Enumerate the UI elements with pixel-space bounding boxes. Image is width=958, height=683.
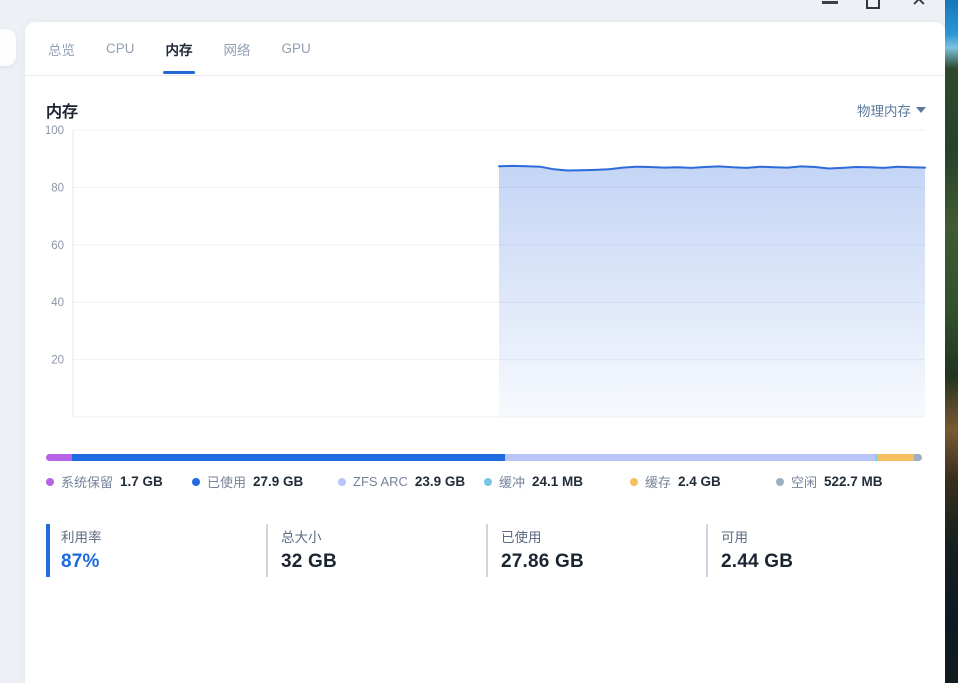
chevron-down-icon: [916, 107, 926, 113]
memory-legend: 系统保留 1.7 GB 已使用 27.9 GB ZFS ARC 23.9 GB 缓冲 24.1…: [46, 472, 922, 491]
stat-card-utilization: 利用率 87%: [46, 524, 266, 577]
legend-item-used: 已使用 27.9 GB: [192, 472, 338, 491]
tab-GPU[interactable]: GPU: [282, 22, 311, 76]
legend-label: 系统保留: [61, 475, 114, 490]
legend-dot: [192, 477, 200, 486]
legend-dot: [630, 477, 638, 486]
memory-stats-row: 利用率 87% 总大小 32 GB 已使用 27.86 GB 可用 2.44 GB: [46, 524, 926, 577]
legend-item-reserved: 系统保留 1.7 GB: [46, 472, 192, 491]
page-title: 内存: [46, 104, 79, 121]
svg-text:100: 100: [46, 125, 64, 137]
legend-item-zfs-arc: ZFS ARC 23.9 GB: [338, 472, 484, 491]
window-titlebar: ✕: [0, 0, 945, 18]
legend-dot: [484, 477, 492, 486]
legend-label: 缓冲: [499, 475, 526, 490]
legend-item-free: 空闲 522.7 MB: [776, 472, 922, 491]
tab-内存[interactable]: 内存: [163, 22, 196, 76]
stat-label: 已使用: [501, 530, 542, 545]
tab-label: 网络: [223, 42, 251, 58]
stat-card-total: 总大小 32 GB: [266, 524, 486, 577]
legend-value: 27.9 GB: [253, 474, 304, 489]
legend-value: 522.7 MB: [824, 474, 883, 489]
legend-value: 24.1 MB: [532, 474, 584, 489]
stat-label: 利用率: [61, 530, 102, 545]
memory-tab-content: 内存 物理内存 20 40 60 80 100 系统保留 1.7 GB 已使用 27.9 GB…: [25, 98, 945, 577]
svg-text:20: 20: [51, 355, 64, 367]
legend-dot: [46, 477, 54, 486]
minimize-button[interactable]: [822, 1, 838, 4]
desktop-wallpaper-strip: [945, 0, 958, 683]
memory-usage-chart: 20 40 60 80 100: [46, 122, 926, 424]
bar-segment-reserved: [46, 454, 73, 461]
stat-label: 可用: [721, 530, 748, 545]
legend-item-buffer: 缓冲 24.1 MB: [484, 472, 630, 491]
tab-label: 总览: [48, 42, 75, 58]
svg-text:80: 80: [51, 182, 64, 194]
stat-value: 32 GB: [281, 551, 337, 572]
stat-card-available: 可用 2.44 GB: [706, 524, 926, 577]
window-side-handle[interactable]: [0, 29, 16, 66]
tab-网络[interactable]: 网络: [224, 22, 251, 76]
bar-segment-free: [914, 454, 922, 461]
legend-dot: [776, 477, 784, 486]
tab-总览[interactable]: 总览: [48, 22, 75, 76]
tab-label: 内存: [165, 42, 193, 58]
stat-value: 87%: [61, 551, 100, 572]
tab-label: CPU: [106, 41, 135, 56]
legend-label: ZFS ARC: [353, 474, 408, 489]
stat-card-used: 已使用 27.86 GB: [486, 524, 706, 577]
legend-value: 2.4 GB: [678, 474, 721, 489]
tab-label: GPU: [281, 41, 311, 56]
memory-allocation-bar: [46, 454, 922, 461]
bar-segment-zfs-arc: [505, 454, 877, 461]
svg-text:40: 40: [51, 297, 64, 309]
bar-segment-used: [72, 454, 506, 461]
legend-label: 已使用: [207, 475, 247, 490]
resource-monitor-panel: 总览 CPU 内存 网络 GPU 内存 物理内存 20 40 60 80 100 系统保留 1.7…: [25, 22, 945, 683]
svg-text:60: 60: [51, 240, 64, 252]
stat-value: 2.44 GB: [721, 551, 794, 572]
dropdown-selected-label: 物理内存: [857, 104, 911, 119]
legend-item-cache: 缓存 2.4 GB: [630, 472, 776, 491]
memory-type-dropdown[interactable]: 物理内存: [857, 100, 926, 120]
bar-segment-cache: [876, 454, 915, 461]
legend-value: 1.7 GB: [120, 474, 163, 489]
tab-bar: 总览 CPU 内存 网络 GPU: [25, 22, 945, 76]
legend-label: 缓存: [645, 475, 672, 490]
stat-label: 总大小: [281, 530, 322, 545]
legend-label: 空闲: [791, 475, 818, 490]
tab-CPU[interactable]: CPU: [106, 22, 135, 76]
close-button[interactable]: ✕: [909, 0, 929, 11]
legend-dot: [338, 477, 346, 486]
maximize-button[interactable]: [866, 0, 880, 9]
legend-value: 23.9 GB: [414, 474, 466, 489]
active-tab-underline: [163, 70, 196, 74]
stat-value: 27.86 GB: [501, 551, 584, 572]
